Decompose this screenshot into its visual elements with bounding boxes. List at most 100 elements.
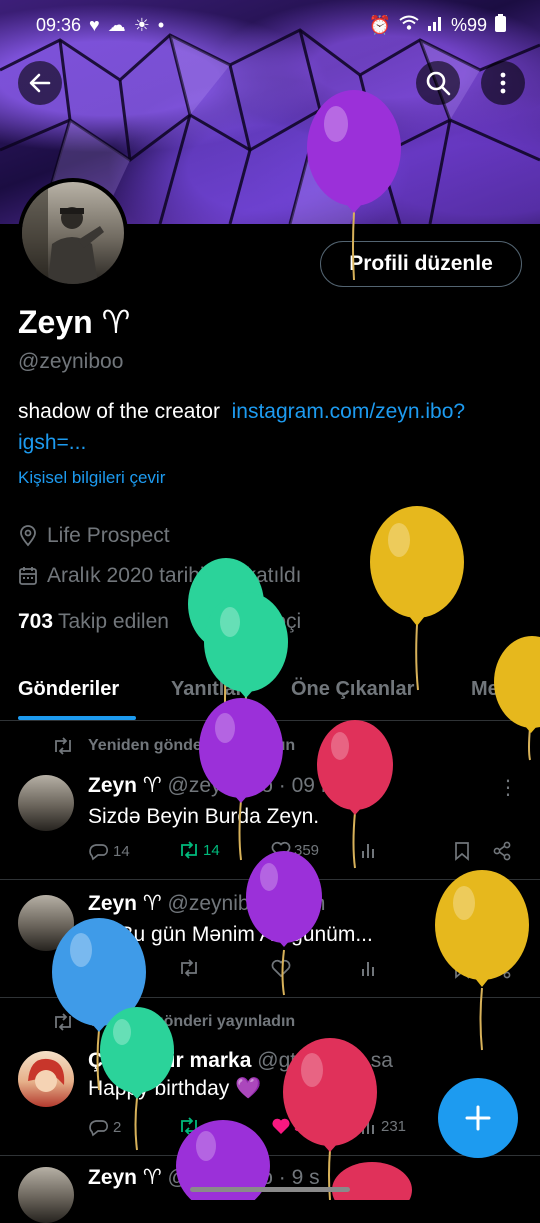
joined-text: Aralık 2020 tarihinde katıldı: [47, 564, 302, 587]
search-icon: [426, 71, 451, 96]
tab-replies[interactable]: Yanıtlar: [171, 678, 243, 701]
balloon-icon: [370, 506, 464, 691]
repost-button[interactable]: [178, 1117, 200, 1135]
post-avatar[interactable]: [18, 1051, 74, 1107]
repost-icon: [55, 737, 71, 755]
reply-button[interactable]: 2: [88, 1117, 121, 1137]
bio-link-line1: instagram.com/zeyn.ibo?: [231, 400, 466, 423]
reply-button[interactable]: [88, 959, 110, 979]
post-actions: [88, 959, 524, 987]
views-button[interactable]: [360, 841, 378, 859]
share-icon: [493, 959, 511, 979]
more-vertical-icon: [500, 72, 506, 94]
repost-button[interactable]: 14: [178, 841, 220, 859]
post-avatar[interactable]: [18, 1167, 74, 1223]
post-text: Happy birthday 💜: [88, 1077, 262, 1100]
share-button[interactable]: [492, 959, 512, 979]
sun-icon: ☀: [133, 14, 150, 35]
following-label: Takip edilen: [58, 610, 169, 633]
reply-count: 14: [113, 842, 130, 860]
post-item[interactable]: Zeyn ♈ @zeyniboo · 1sn Və Bu gün Mənim A…: [0, 879, 540, 998]
repost-icon: [181, 959, 197, 977]
reply-button[interactable]: 14: [88, 841, 130, 861]
repost-icon: [181, 841, 197, 859]
tab-highlights[interactable]: Öne Çıkanlar: [291, 678, 414, 701]
post-author-name[interactable]: Çələbi bir marka: [88, 1049, 251, 1072]
following-link[interactable]: 703 Takip edilen: [18, 610, 169, 634]
bookmark-icon: [455, 842, 469, 861]
post-author-handle: @zeyniboo: [167, 1166, 273, 1189]
like-button[interactable]: 5: [271, 1117, 302, 1135]
post-more-button[interactable]: ⋮: [498, 775, 518, 800]
translate-bio-link[interactable]: Kişisel bilgileri çevir: [18, 468, 165, 488]
views-count: 231: [381, 1117, 407, 1135]
more-options-button[interactable]: [481, 61, 525, 105]
wifi-icon: [399, 15, 419, 36]
bookmark-button[interactable]: [454, 841, 470, 861]
post-avatar[interactable]: [18, 775, 74, 831]
views-button[interactable]: [360, 959, 378, 977]
profile-bio: shadow of the creator instagram.com/zeyn…: [18, 396, 528, 458]
like-button[interactable]: 359: [271, 841, 319, 859]
repost-label: Yeniden gönderi yayınladın: [88, 1013, 296, 1030]
bio-text: shadow of the creator: [18, 400, 220, 423]
post-item[interactable]: Zeyn ♈ @zeyniboo · 9 s: [0, 1155, 540, 1223]
views-button[interactable]: 231: [360, 1117, 406, 1135]
followers-count: 495: [196, 610, 232, 633]
battery-icon: [495, 13, 506, 37]
followers-link[interactable]: 495 Takipçi: [197, 610, 301, 634]
heart-icon: [271, 841, 291, 859]
calendar-icon: [19, 567, 37, 585]
like-count: 5: [294, 1117, 303, 1135]
post-header: Zeyn ♈ @zeyniboo · 1sn: [88, 891, 325, 916]
post-text: Və Bu gün Mənim Ad günüm...: [88, 923, 373, 946]
location-text: Life Prospect: [47, 524, 170, 547]
post-time: · 9 s: [278, 1166, 320, 1189]
back-button[interactable]: [18, 61, 62, 105]
location-pin-icon: [20, 525, 36, 547]
post-author-name[interactable]: Zeyn ♈: [88, 1166, 162, 1189]
bookmark-button[interactable]: [454, 959, 470, 979]
share-button[interactable]: [492, 841, 512, 861]
repost-indicator: Yeniden gönderi yayınladın: [52, 737, 295, 755]
status-bar: 09:36 ♥ ☁ ☀ • ⏰ %99: [0, 0, 540, 50]
post-text: Sizdə Beyin Burda Zeyn.: [88, 805, 320, 828]
edit-profile-button[interactable]: Profili düzenle: [320, 241, 522, 287]
post-author-handle: @zeyniboo: [167, 774, 273, 797]
cloud-icon: ☁: [107, 14, 126, 35]
active-tab-indicator: [18, 716, 136, 720]
repost-icon: [55, 1013, 71, 1031]
repost-button[interactable]: [178, 959, 200, 977]
heart-status-icon: ♥: [89, 14, 100, 35]
post-item[interactable]: Yeniden gönderi yayınladın Zeyn ♈ @zeyni…: [0, 721, 540, 880]
gesture-home-bar[interactable]: [190, 1187, 350, 1192]
reply-icon: [89, 844, 108, 861]
post-time: · 1sn: [278, 892, 326, 915]
status-time: 09:36: [36, 14, 82, 35]
following-count: 703: [18, 610, 54, 633]
post-actions: 14 14 359: [88, 841, 524, 869]
post-author-handle: @gtgzel: [257, 1049, 335, 1072]
reply-count: 2: [113, 1118, 122, 1136]
repost-label: Yeniden gönderi yayınladın: [88, 737, 296, 754]
tab-posts[interactable]: Gönderiler: [18, 678, 119, 701]
compose-post-button[interactable]: [438, 1078, 518, 1158]
like-button[interactable]: [271, 959, 291, 977]
views-icon: [362, 844, 374, 858]
tab-media[interactable]: Medya: [471, 678, 533, 701]
post-avatar[interactable]: [18, 895, 74, 951]
profile-avatar[interactable]: [18, 178, 128, 288]
search-button[interactable]: [416, 61, 460, 105]
alarm-icon: ⏰: [368, 14, 391, 35]
avatar-person-figure: [22, 182, 104, 284]
dot-icon: •: [157, 14, 165, 35]
heart-icon: [272, 1118, 290, 1134]
post-author-name[interactable]: Zeyn ♈: [88, 774, 162, 797]
location-row: Life Prospect: [18, 524, 170, 548]
bookmark-icon: [455, 960, 469, 979]
repost-indicator: Yeniden gönderi yayınladın: [52, 1013, 295, 1031]
post-author-name[interactable]: Zeyn ♈: [88, 892, 162, 915]
like-count: 359: [294, 841, 320, 859]
heart-icon: [271, 959, 291, 977]
signal-icon: [427, 15, 443, 36]
